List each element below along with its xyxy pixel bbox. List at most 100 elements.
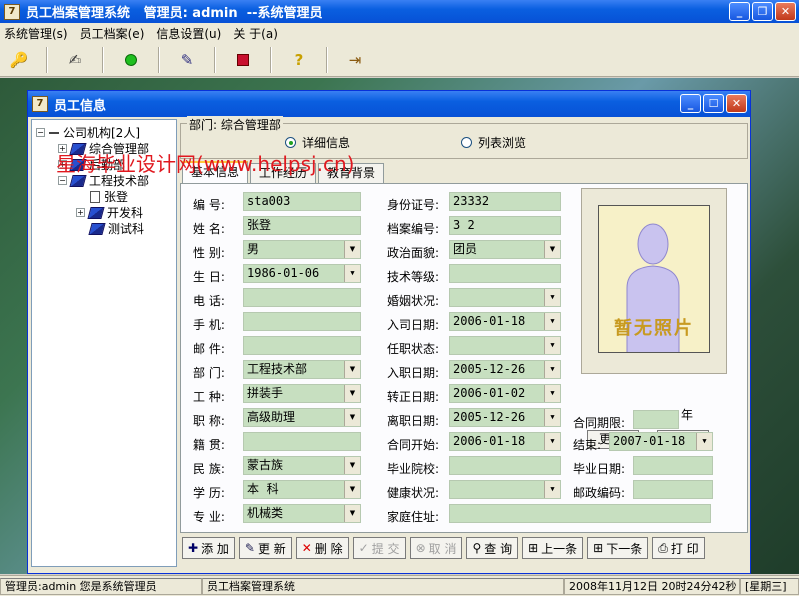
- chevron-down-icon[interactable]: ▼: [344, 361, 360, 378]
- chevron-down-icon[interactable]: ▼: [544, 385, 560, 402]
- field-email[interactable]: [243, 336, 361, 355]
- cancel-button[interactable]: ⊗ 取 消: [409, 537, 463, 559]
- label-department: 部 门:: [193, 366, 225, 380]
- menu-system[interactable]: 系统管理(s): [4, 25, 68, 42]
- tree-node-logistics[interactable]: + 后勤部: [58, 156, 125, 173]
- field-title[interactable]: 高级助理 ▼: [243, 408, 361, 427]
- menu-employee-records[interactable]: 员工档案(e): [80, 25, 145, 42]
- field-id[interactable]: sta003: [243, 192, 361, 211]
- tree-node-general-mgmt[interactable]: + 综合管理部: [58, 140, 149, 157]
- field-gender-value: 男: [247, 242, 260, 256]
- radio-detail-view[interactable]: 详细信息: [285, 134, 350, 151]
- field-department[interactable]: 工程技术部 ▼: [243, 360, 361, 379]
- chevron-down-icon[interactable]: ▼: [344, 241, 360, 258]
- edit-icon[interactable]: ✎: [174, 47, 200, 73]
- update-button[interactable]: ✎ 更 新: [238, 537, 292, 559]
- radio-list-view[interactable]: 列表浏览: [461, 134, 526, 151]
- chevron-down-icon[interactable]: ▼: [544, 481, 560, 498]
- expand-icon[interactable]: +: [76, 208, 85, 217]
- field-archive-no[interactable]: 3 2: [449, 216, 561, 235]
- chevron-down-icon[interactable]: ▼: [344, 481, 360, 498]
- field-leave-date[interactable]: 2005-12-26 ▼: [449, 408, 561, 427]
- field-home-address[interactable]: [449, 504, 711, 523]
- field-contract-end[interactable]: 2007-01-18 ▼: [609, 432, 713, 451]
- chevron-down-icon[interactable]: ▼: [544, 289, 560, 306]
- field-birthday[interactable]: 1986-01-06 ▼: [243, 264, 361, 283]
- restore-icon[interactable]: ❐: [752, 2, 773, 21]
- close-icon[interactable]: ✕: [775, 2, 796, 21]
- tree-node-employee[interactable]: 张登: [90, 188, 128, 205]
- chevron-down-icon[interactable]: ▼: [344, 265, 360, 282]
- chevron-down-icon[interactable]: ▼: [544, 433, 560, 450]
- field-hire-date[interactable]: 2005-12-26 ▼: [449, 360, 561, 379]
- collapse-icon[interactable]: −: [58, 176, 67, 185]
- help-icon[interactable]: ?: [286, 47, 312, 73]
- field-graduation-date[interactable]: [633, 456, 713, 475]
- menu-info-settings[interactable]: 信息设置(u): [156, 25, 221, 42]
- field-contract-term[interactable]: [633, 410, 679, 429]
- tab-education[interactable]: 教育背景: [318, 163, 385, 183]
- delete-button[interactable]: ✕ 删 除: [295, 537, 349, 559]
- collapse-icon[interactable]: −: [36, 128, 45, 137]
- chevron-down-icon[interactable]: ▼: [344, 457, 360, 474]
- expand-icon[interactable]: +: [58, 160, 67, 169]
- field-contract-start[interactable]: 2006-01-18 ▼: [449, 432, 561, 451]
- field-regular-date[interactable]: 2006-01-02 ▼: [449, 384, 561, 403]
- tab-work-history[interactable]: 工作经历: [250, 163, 317, 183]
- field-school[interactable]: [449, 456, 561, 475]
- field-employment-status[interactable]: ▼: [449, 336, 561, 355]
- maximize-icon[interactable]: ☐: [703, 94, 724, 113]
- field-name[interactable]: 张登: [243, 216, 361, 235]
- green-dot-icon[interactable]: [118, 47, 144, 73]
- field-tech-level[interactable]: [449, 264, 561, 283]
- tree-node-label: 测试科: [108, 222, 145, 236]
- submit-button[interactable]: ✓ 提 交: [352, 537, 406, 559]
- next-record-button[interactable]: ⊞ 下一条: [587, 537, 649, 559]
- field-mobile[interactable]: [243, 312, 361, 331]
- delete-icon[interactable]: [230, 47, 256, 73]
- chevron-down-icon[interactable]: ▼: [696, 433, 712, 450]
- field-native-place[interactable]: [243, 432, 361, 451]
- menu-about[interactable]: 关 于(a): [233, 25, 278, 42]
- field-major[interactable]: 机械类 ▼: [243, 504, 361, 523]
- radio-selected-icon: [285, 137, 296, 148]
- field-political[interactable]: 团员 ▼: [449, 240, 561, 259]
- field-education[interactable]: 本 科 ▼: [243, 480, 361, 499]
- field-health[interactable]: ▼: [449, 480, 561, 499]
- chevron-down-icon[interactable]: ▼: [544, 409, 560, 426]
- prev-record-button[interactable]: ⊞ 上一条: [522, 537, 584, 559]
- minimize-icon[interactable]: _: [680, 94, 701, 113]
- chevron-down-icon[interactable]: ▼: [344, 409, 360, 426]
- chevron-down-icon[interactable]: ▼: [344, 505, 360, 522]
- label-employment-status: 任职状态:: [387, 342, 440, 356]
- close-icon[interactable]: ✕: [726, 94, 747, 113]
- field-postal-code[interactable]: [633, 480, 713, 499]
- add-button[interactable]: ✚ 添 加: [182, 537, 235, 559]
- tab-basic-info[interactable]: 基本信息: [182, 161, 249, 183]
- action-bar: ✚ 添 加 ✎ 更 新 ✕ 删 除 ✓ 提 交 ⊗ 取 消 ⚲ 查 询 ⊞ 上一条 ⊞ 下一条 …: [180, 535, 748, 561]
- field-id-card[interactable]: 23332: [449, 192, 561, 211]
- print-button[interactable]: ⎙ 打 印: [652, 537, 705, 559]
- chevron-down-icon[interactable]: ▼: [544, 361, 560, 378]
- field-join-company-date[interactable]: 2006-01-18 ▼: [449, 312, 561, 331]
- tree-node-dev[interactable]: + 开发科: [76, 204, 143, 221]
- key-icon[interactable]: 🔑: [6, 47, 32, 73]
- tree-root[interactable]: − 公司机构[2人]: [36, 124, 140, 141]
- chevron-down-icon[interactable]: ▼: [544, 313, 560, 330]
- chevron-down-icon[interactable]: ▼: [544, 241, 560, 258]
- chevron-down-icon[interactable]: ▼: [544, 337, 560, 354]
- minimize-icon[interactable]: _: [729, 2, 750, 21]
- field-phone[interactable]: [243, 288, 361, 307]
- field-gender[interactable]: 男 ▼: [243, 240, 361, 259]
- tree-node-engineering[interactable]: − 工程技术部: [58, 172, 149, 189]
- chevron-down-icon[interactable]: ▼: [344, 385, 360, 402]
- tree-node-test[interactable]: 测试科: [88, 220, 145, 237]
- exit-icon[interactable]: ⇥: [342, 47, 368, 73]
- expand-icon[interactable]: +: [58, 144, 67, 153]
- field-job-type[interactable]: 拼装手 ▼: [243, 384, 361, 403]
- field-ethnicity[interactable]: 蒙古族 ▼: [243, 456, 361, 475]
- org-tree[interactable]: − 公司机构[2人] + 综合管理部 + 后勤部 − 工程技术部 张登 + 开发…: [31, 119, 177, 567]
- field-marital[interactable]: ▼: [449, 288, 561, 307]
- user-edit-icon[interactable]: ✍: [62, 47, 88, 73]
- query-button[interactable]: ⚲ 查 询: [466, 537, 519, 559]
